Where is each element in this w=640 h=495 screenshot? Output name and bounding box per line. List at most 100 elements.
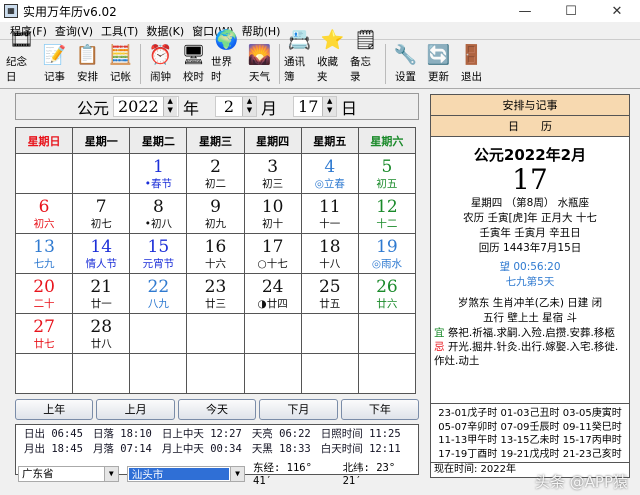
spin-arrows-icon[interactable]: ▲ ▼	[162, 97, 177, 116]
toolbar-button-exit[interactable]: 🚪 退出	[456, 42, 487, 84]
minimize-button[interactable]: —	[502, 4, 548, 19]
day-cell[interactable]: 4 ◎立春	[300, 153, 359, 194]
day-cell[interactable]: 8 •初八	[129, 193, 188, 234]
day-cell[interactable]: 2 初二	[186, 153, 245, 194]
day-detail-panel: 安排与记事 日 历 公元2022年2月 17 星期四 （第8周） 水瓶座 农历 壬…	[430, 94, 630, 478]
day-cell[interactable]: 28 廿八	[72, 313, 131, 354]
label: 月出	[24, 443, 45, 455]
day-cell[interactable]: 23 廿三	[186, 273, 245, 314]
calendar-week: 6 初六 7 初七 8 •初八 9 初九 10 初十 11 十一 12 十二	[14, 193, 417, 234]
toolbar-button-sync-time[interactable]: 🖥 校时	[178, 42, 209, 84]
day-cell[interactable]: 9 初九	[186, 193, 245, 234]
value: 00:34	[210, 443, 242, 455]
toolbar-button-settings[interactable]: 🔧 设置	[390, 42, 421, 84]
day-cell[interactable]: 1 •春节	[129, 153, 188, 194]
moon-time-item: 月出 18:45	[24, 442, 83, 457]
toolbar-button-calculator[interactable]: 🧮 记帐	[105, 42, 136, 84]
day-cell[interactable]: 19 ◎雨水	[357, 233, 417, 274]
year-stepper[interactable]: 2022 ▲ ▼	[112, 96, 179, 117]
close-button[interactable]: ✕	[594, 4, 640, 19]
day-number: 3	[267, 157, 279, 177]
day-cell[interactable]: 5 初五	[357, 153, 417, 194]
day-cell[interactable]: 17 ○十七	[243, 233, 302, 274]
day-cell[interactable]: 12 十二	[357, 193, 417, 234]
chevron-down-icon[interactable]: ▼	[103, 466, 118, 481]
day-cell[interactable]: 13 七九	[14, 233, 74, 274]
city-select[interactable]: 汕头市 ▼	[126, 465, 245, 482]
menu-item[interactable]: 帮助(H)	[242, 23, 281, 39]
menu-item[interactable]: 查询(V)	[55, 23, 93, 39]
toolbar-button-address-book[interactable]: 📇 通讯簿	[284, 27, 315, 84]
alarm-clock-icon: ⏰	[148, 44, 173, 66]
day-cell[interactable]: 7 初七	[72, 193, 131, 234]
ji-text: 开光.掘井.针灸.出行.嫁娶.入宅.移徙.作灶.动土	[434, 341, 619, 367]
day-cell[interactable]: 14 情人节	[72, 233, 131, 274]
day-cell[interactable]: 25 廿五	[300, 273, 359, 314]
toolbar-button-weather[interactable]: 🌄 天气	[244, 42, 275, 84]
spin-arrows-icon[interactable]: ▲ ▼	[322, 97, 337, 116]
detail-day: 17	[512, 163, 548, 196]
calendar-tab[interactable]: 日 历	[431, 116, 629, 137]
day-cell[interactable]: 15 元宵节	[129, 233, 188, 274]
day-cell[interactable]: 18 十八	[300, 233, 359, 274]
latitude: 北纬: 23° 21′	[342, 462, 396, 487]
toolbar-button-star[interactable]: ⭐ 收藏夹	[317, 27, 348, 84]
menu-item[interactable]: 数据(K)	[146, 23, 184, 39]
nav-button[interactable]: 下月	[259, 399, 338, 420]
toolbar-button-label: 安排	[77, 71, 98, 83]
lunar-line: 星期四 （第8周） 水瓶座	[470, 197, 590, 209]
toolbar-button-label: 世界时	[211, 56, 232, 83]
sun-moon-info: 日出 06:45 日落 18:10 日上中天 12:27 天亮 06:22 日照时间 1…	[15, 424, 419, 487]
day-cell[interactable]: 10 初十	[243, 193, 302, 234]
month-stepper[interactable]: 2 ▲ ▼	[215, 96, 257, 117]
nine-days: 七九第5天	[505, 276, 555, 288]
menu-item[interactable]: 工具(T)	[101, 23, 138, 39]
day-cell[interactable]: 24 ◑廿四	[243, 273, 302, 314]
day-number: 11	[318, 197, 341, 217]
day-cell[interactable]: 16 十六	[186, 233, 245, 274]
toolbar-button-film[interactable]: 🎞 纪念日	[6, 27, 37, 84]
toolbar-button-clock-schedule[interactable]: 📋 安排	[72, 42, 103, 84]
day-cell[interactable]: 26 廿六	[357, 273, 417, 314]
day-cell[interactable]: 3 初三	[243, 153, 302, 194]
day-label: 日	[341, 98, 358, 118]
nav-button[interactable]: 下年	[340, 399, 420, 420]
toolbar-button-update[interactable]: 🔄 更新	[423, 42, 454, 84]
date-selector: 公元 2022 ▲ ▼ 年 2 ▲ ▼ 月 17 ▲ ▼ 日	[15, 93, 419, 120]
lunar-date: 廿六	[376, 298, 398, 310]
day-cell[interactable]: 20 二十	[14, 273, 74, 314]
day-cell[interactable]: 11 十一	[300, 193, 359, 234]
toolbar-button-alarm-clock[interactable]: ⏰ 闹钟	[145, 42, 176, 84]
day-stepper[interactable]: 17 ▲ ▼	[293, 96, 338, 117]
lunar-info: 星期四 （第8周） 水瓶座 农历 壬寅[虎]年 正月大 十七 壬寅年 壬寅月 辛丑日…	[431, 196, 629, 256]
weekday-header: 星期六	[357, 127, 417, 154]
calendar-panel: 公元 2022 ▲ ▼ 年 2 ▲ ▼ 月 17 ▲ ▼ 日 星期日 星期一 星期二 星期三 星期四…	[14, 93, 420, 487]
province-select[interactable]: 广东省 ▼	[18, 465, 119, 482]
toolbar-button-globe[interactable]: 🌍 世界时	[211, 27, 242, 84]
day-cell[interactable]: 21 廿一	[72, 273, 131, 314]
nav-button[interactable]: 今天	[177, 399, 257, 420]
toolbar-button-notepad[interactable]: 📝 记事	[39, 42, 70, 84]
spin-arrows-icon[interactable]: ▲ ▼	[242, 97, 256, 116]
lunar-date: 八九	[147, 298, 169, 310]
schedule-notes-tab[interactable]: 安排与记事	[431, 95, 629, 116]
sun-time-item: 日出 06:45	[24, 427, 83, 442]
nav-button[interactable]: 上年	[15, 399, 94, 420]
lunar-date: 二十	[33, 298, 55, 310]
maximize-button[interactable]: ☐	[548, 4, 594, 19]
day-cell[interactable]: 27 廿七	[14, 313, 74, 354]
toolbar-button-memo[interactable]: 🗒 备忘录	[350, 27, 381, 84]
nav-button[interactable]: 上月	[96, 399, 175, 420]
day-cell	[357, 353, 417, 394]
yi-row: 宜 祭祀.祈福.求嗣.入殓.启攒.安葬.移柩	[431, 326, 629, 340]
day-cell[interactable]: 6 初六	[14, 193, 74, 234]
chevron-down-icon[interactable]: ▼	[230, 466, 244, 481]
day-cell	[357, 313, 417, 354]
lunar-date: 十六	[204, 258, 226, 270]
toolbar-button-label: 通讯簿	[284, 56, 305, 83]
sun-time-item: 日落 18:10	[93, 427, 152, 442]
lunar-date: 廿八	[90, 338, 112, 350]
toolbar-button-label: 闹钟	[150, 71, 171, 83]
era-label: 公元	[76, 98, 109, 118]
day-cell[interactable]: 22 八九	[129, 273, 188, 314]
